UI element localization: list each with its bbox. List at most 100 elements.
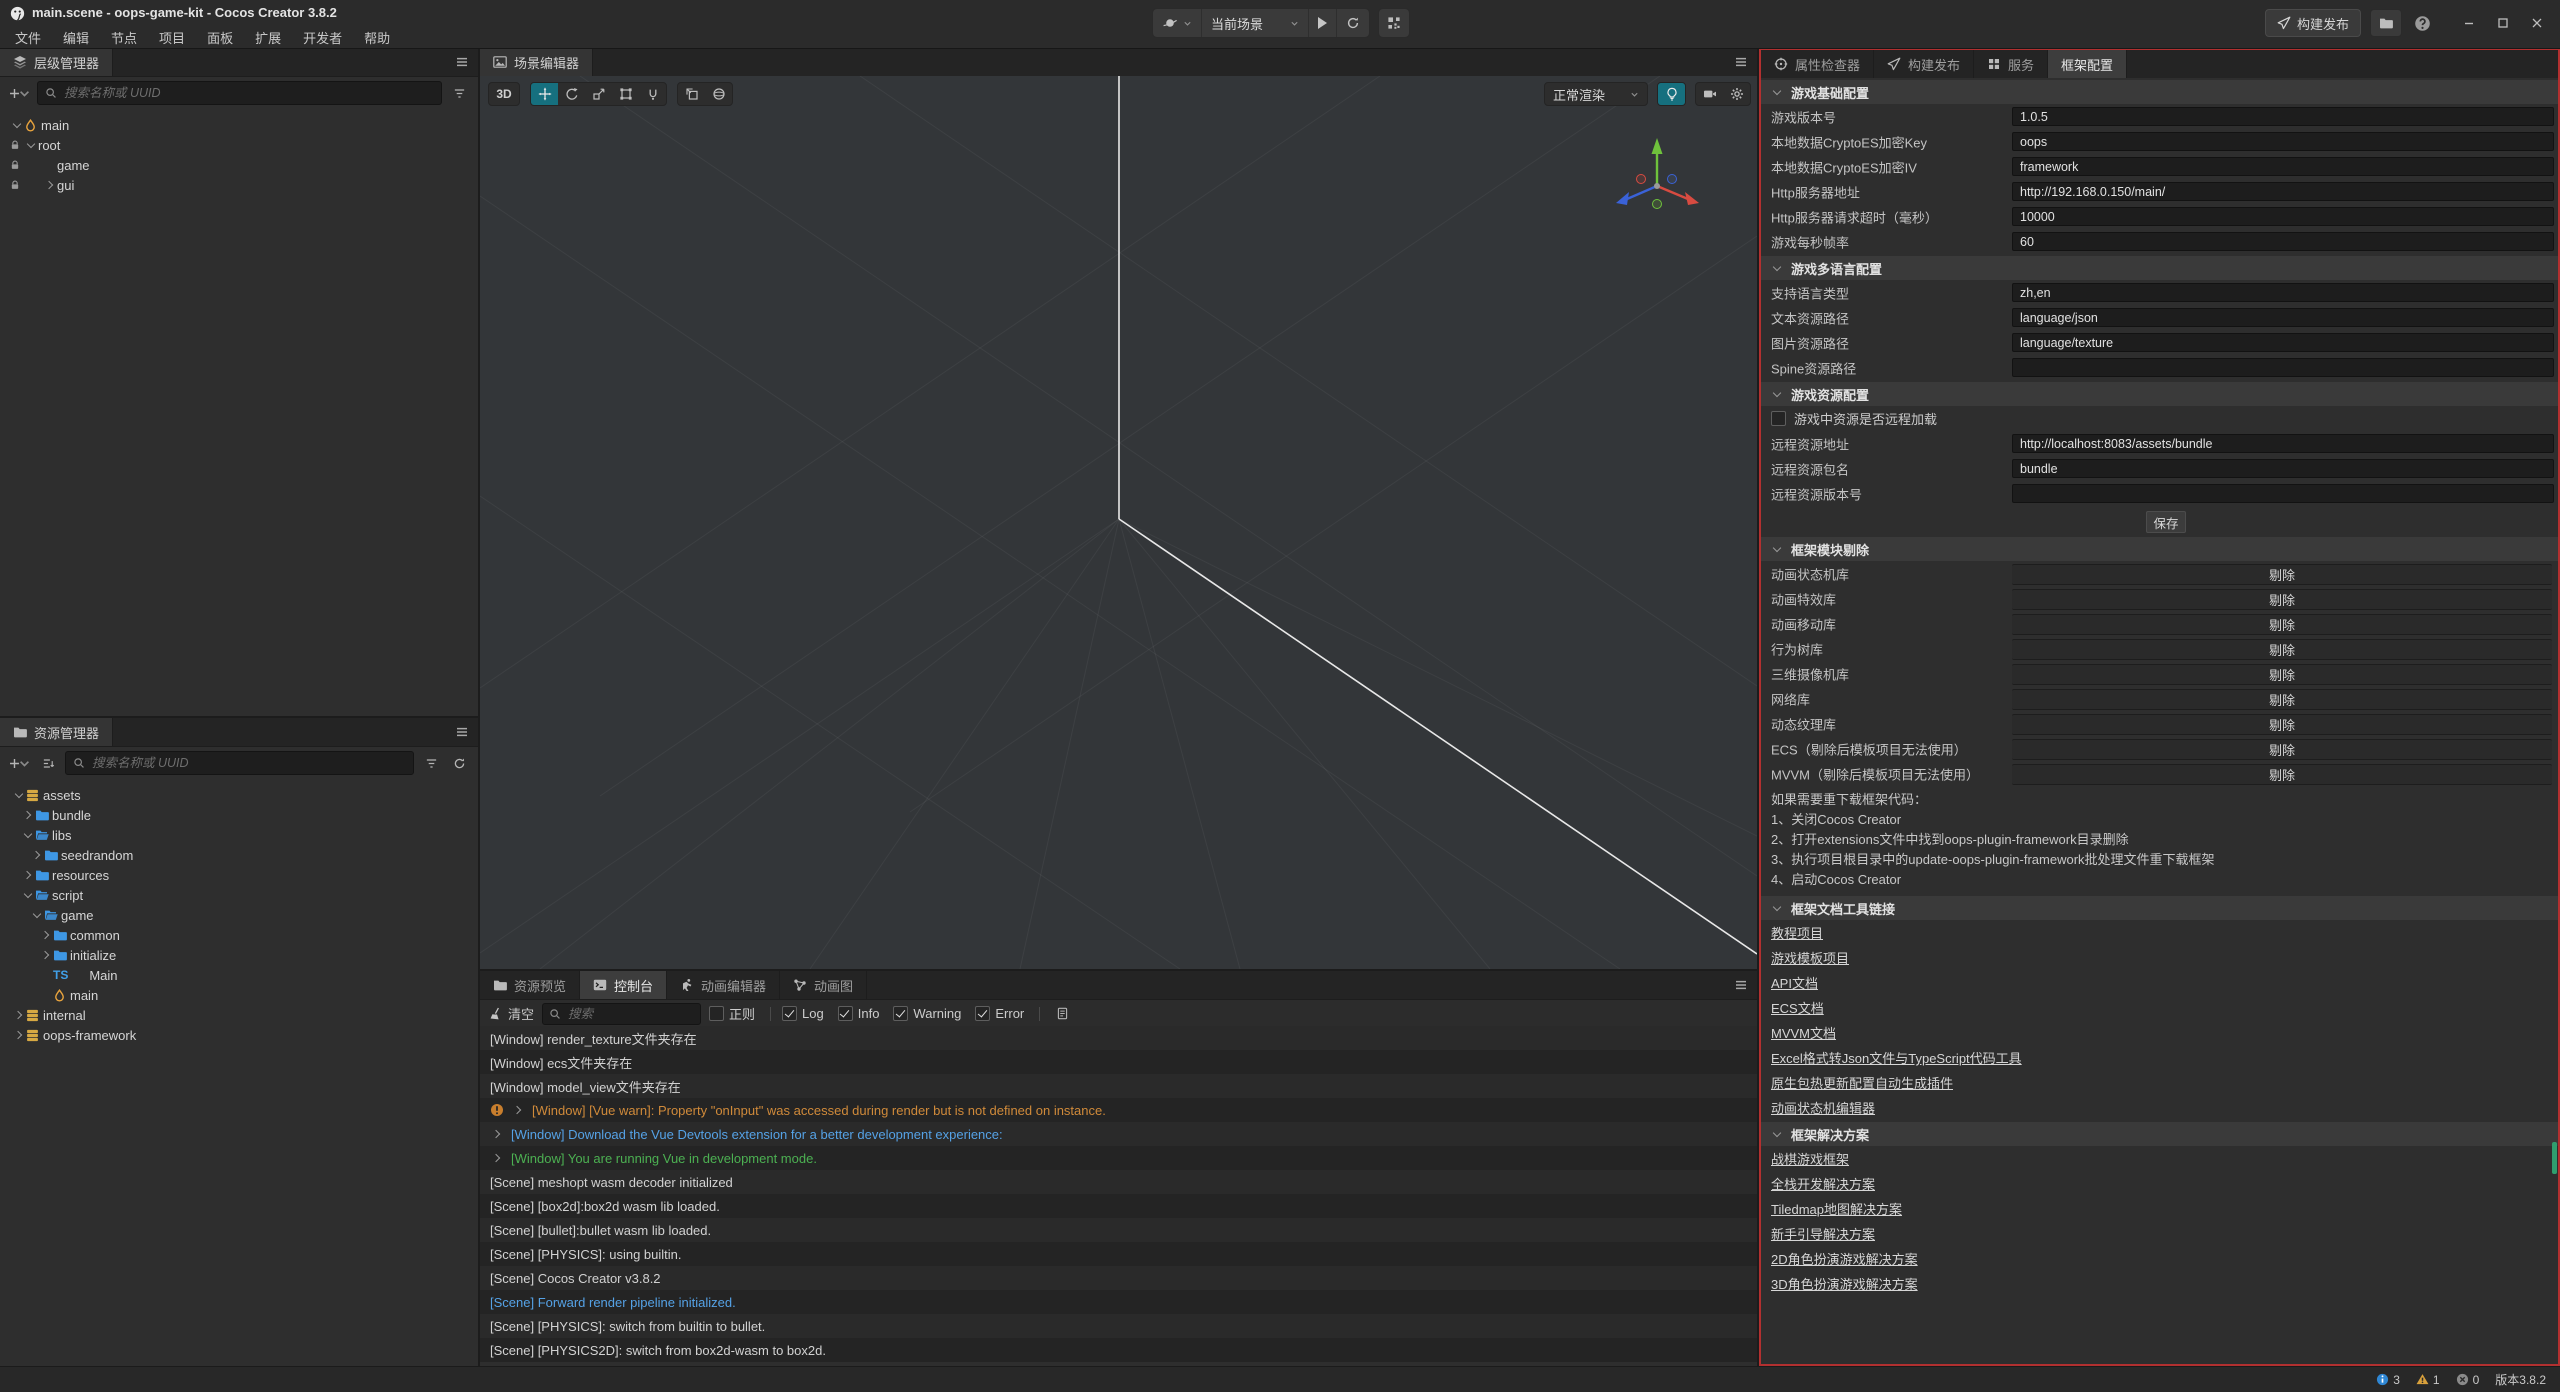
remote-load-checkbox[interactable] xyxy=(1771,411,1786,426)
tree-expand-toggle[interactable] xyxy=(12,893,35,897)
assets-search[interactable] xyxy=(65,751,414,775)
hierarchy-filter-button[interactable] xyxy=(448,82,470,104)
tab-asset-preview[interactable]: 资源预览 xyxy=(480,971,580,999)
filter-checkbox[interactable] xyxy=(782,1006,797,1021)
render-mode-select[interactable]: 正常渲染 xyxy=(1544,82,1648,106)
solution-link[interactable]: 全栈开发解决方案 xyxy=(1771,1174,1875,1193)
solution-link[interactable]: 3D角色扮演游戏解决方案 xyxy=(1771,1274,1918,1293)
console-message-row[interactable]: [Scene] [PHYSICS]: using builtin. xyxy=(480,1242,1757,1266)
cull-module-button[interactable]: 剔除 xyxy=(2012,564,2552,585)
collapse-toggle[interactable] xyxy=(1770,266,1784,270)
open-project-folder-button[interactable] xyxy=(2370,9,2402,37)
asset-row[interactable]: script xyxy=(0,885,478,905)
assets-search-input[interactable] xyxy=(90,755,406,771)
gizmo-space-button[interactable] xyxy=(705,83,732,105)
field-input[interactable] xyxy=(2012,232,2554,251)
field-input[interactable] xyxy=(2012,132,2554,151)
asset-row[interactable]: TS Main xyxy=(0,965,478,985)
tree-expand-toggle[interactable] xyxy=(12,932,53,938)
tree-expand-toggle[interactable] xyxy=(24,143,38,147)
section-header[interactable]: 游戏多语言配置 xyxy=(1761,256,2558,280)
section-header[interactable]: 游戏基础配置 xyxy=(1761,80,2558,104)
hierarchy-panel-tab[interactable]: 层级管理器 xyxy=(0,48,113,76)
status-warning-counter[interactable]: 1 xyxy=(2416,1373,2440,1387)
collapse-toggle[interactable] xyxy=(1770,1132,1784,1136)
solution-link[interactable]: Tiledmap地图解决方案 xyxy=(1771,1199,1902,1218)
console-clear-button[interactable]: 清空 xyxy=(489,1004,534,1023)
asset-row[interactable]: initialize xyxy=(0,945,478,965)
menu-item[interactable]: 开发者 xyxy=(292,26,353,49)
preview-qr-button[interactable] xyxy=(1378,8,1410,38)
scene-viewport[interactable]: 3D 正常渲染 xyxy=(480,76,1757,969)
platform-select[interactable] xyxy=(1153,9,1202,37)
tree-expand-toggle[interactable] xyxy=(24,182,57,188)
tree-expand-toggle[interactable] xyxy=(12,913,44,917)
hierarchy-node-row[interactable]: root xyxy=(0,135,478,155)
menu-item[interactable]: 扩展 xyxy=(244,26,292,49)
menu-item[interactable]: 节点 xyxy=(100,26,148,49)
assets-panel-tab[interactable]: 资源管理器 xyxy=(0,718,113,746)
tree-expand-toggle[interactable] xyxy=(12,872,35,878)
doc-link[interactable]: 原生包热更新配置自动生成插件 xyxy=(1771,1073,1953,1092)
tree-expand-toggle[interactable] xyxy=(12,1012,26,1018)
cull-module-button[interactable]: 剔除 xyxy=(2012,689,2552,710)
build-publish-button[interactable]: 构建发布 xyxy=(2265,9,2361,37)
console-message-row[interactable]: [Window] You are running Vue in developm… xyxy=(480,1146,1757,1170)
console-message-row[interactable]: [Window] render_texture文件夹存在 xyxy=(480,1026,1757,1050)
console-search[interactable] xyxy=(542,1003,701,1025)
lock-icon[interactable] xyxy=(10,180,24,190)
asset-row[interactable]: libs xyxy=(0,825,478,845)
console-message-row[interactable]: [Scene] [bullet]:bullet wasm lib loaded. xyxy=(480,1218,1757,1242)
section-header[interactable]: 框架文档工具链接 xyxy=(1761,896,2558,920)
cull-module-button[interactable]: 剔除 xyxy=(2012,714,2552,735)
regex-toggle[interactable]: 正则 xyxy=(709,1004,755,1023)
save-button[interactable]: 保存 xyxy=(2146,511,2186,533)
log-filter-toggle[interactable]: Warning xyxy=(893,1006,961,1021)
scene-panel-tab[interactable]: 场景编辑器 xyxy=(480,48,593,76)
close-button[interactable] xyxy=(2522,10,2552,36)
cull-module-button[interactable]: 剔除 xyxy=(2012,664,2552,685)
tab-services[interactable]: 服务 xyxy=(1974,50,2048,78)
cull-module-button[interactable]: 剔除 xyxy=(2012,589,2552,610)
asset-row[interactable]: common xyxy=(0,925,478,945)
hierarchy-search-input[interactable] xyxy=(62,85,434,101)
regex-checkbox[interactable] xyxy=(709,1006,724,1021)
scene-settings-button[interactable] xyxy=(1723,83,1750,105)
asset-row[interactable]: resources xyxy=(0,865,478,885)
section-header[interactable]: 框架解决方案 xyxy=(1761,1122,2558,1146)
scene-select[interactable]: 当前场景 xyxy=(1202,9,1309,37)
doc-link[interactable]: Excel格式转Json文件与TypeScript代码工具 xyxy=(1771,1048,2022,1067)
solution-link[interactable]: 2D角色扮演游戏解决方案 xyxy=(1771,1249,1918,1268)
doc-link[interactable]: 教程项目 xyxy=(1771,923,1823,942)
doc-link[interactable]: ECS文档 xyxy=(1771,998,1824,1017)
console-message-row[interactable]: [Scene] [box2d]:box2d wasm lib loaded. xyxy=(480,1194,1757,1218)
console-log-file-button[interactable] xyxy=(1051,1003,1073,1025)
status-error-counter[interactable]: 0 xyxy=(2456,1373,2480,1387)
console-message-row[interactable]: [Scene] Forward render pipeline initiali… xyxy=(480,1290,1757,1314)
scrollbar-thumb[interactable] xyxy=(2552,1142,2557,1174)
assets-sort-button[interactable] xyxy=(37,752,59,774)
lock-icon[interactable] xyxy=(10,140,24,150)
asset-row[interactable]: oops-framework xyxy=(0,1025,478,1045)
panel-menu-icon[interactable] xyxy=(455,725,469,739)
menu-item[interactable]: 项目 xyxy=(148,26,196,49)
field-input[interactable] xyxy=(2012,308,2554,327)
tab-framework-config[interactable]: 框架配置 xyxy=(2048,50,2127,78)
console-message-row[interactable]: [Window] Download the Vue Devtools exten… xyxy=(480,1122,1757,1146)
asset-row[interactable]: internal xyxy=(0,1005,478,1025)
log-filter-toggle[interactable]: Error xyxy=(975,1006,1024,1021)
expand-message-toggle[interactable] xyxy=(490,1155,504,1161)
hierarchy-node-row[interactable]: game xyxy=(0,155,478,175)
asset-row[interactable]: game xyxy=(0,905,478,925)
assets-filter-button[interactable] xyxy=(420,752,442,774)
panel-menu-icon[interactable] xyxy=(1734,55,1748,69)
cull-module-button[interactable]: 剔除 xyxy=(2012,739,2552,760)
tab-build-publish[interactable]: 构建发布 xyxy=(1874,50,1974,78)
menu-item[interactable]: 编辑 xyxy=(52,26,100,49)
tab-animation-graph[interactable]: 动画图 xyxy=(780,971,867,999)
menu-item[interactable]: 文件 xyxy=(4,26,52,49)
console-message-row[interactable]: [Scene] meshopt wasm decoder initialized xyxy=(480,1170,1757,1194)
console-message-row[interactable]: [Window] ecs文件夹存在 xyxy=(480,1050,1757,1074)
tree-expand-toggle[interactable] xyxy=(12,812,35,818)
tab-console[interactable]: 控制台 xyxy=(580,971,667,999)
